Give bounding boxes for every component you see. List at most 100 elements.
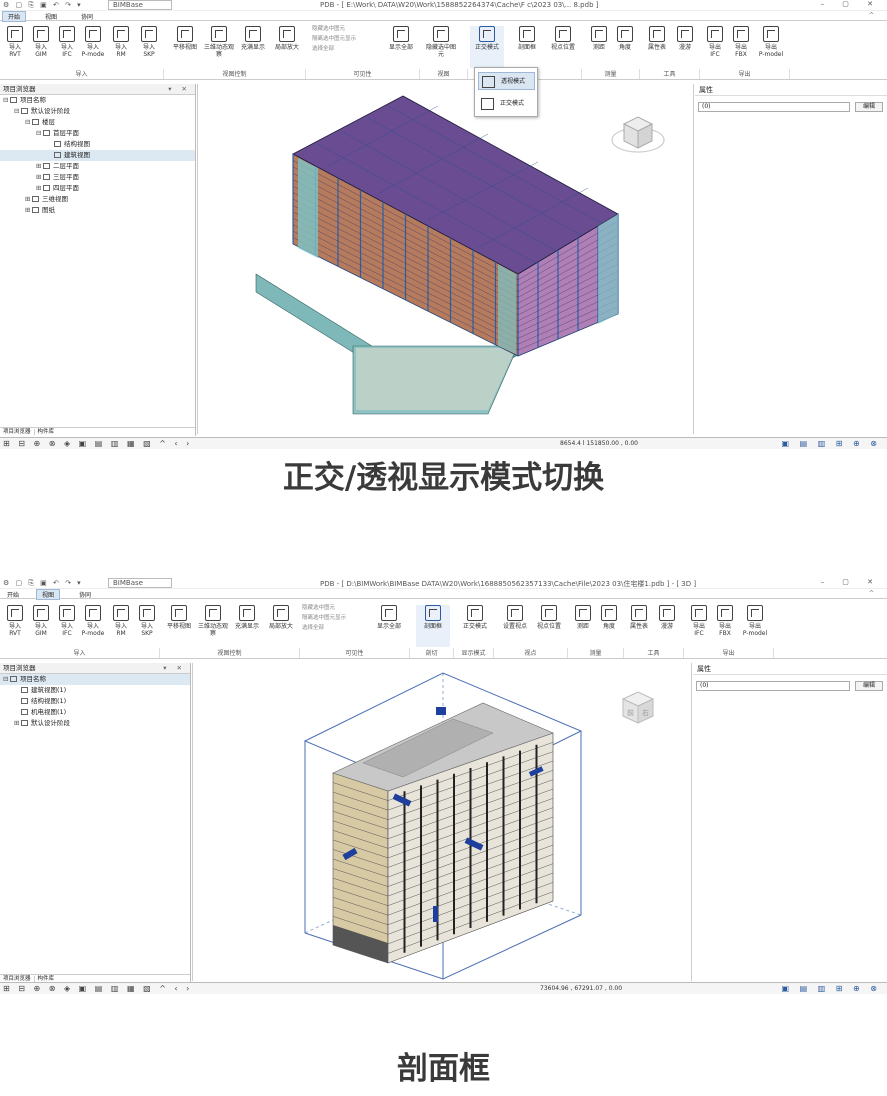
quick-access-toolbar[interactable]: ⚙ ▢ ⎘ ▣ ↶ ↷ ▾ [3,1,83,10]
walkthrough-button[interactable]: 漫游 [654,605,680,647]
import-pmode-button[interactable]: 导入 P-mode [80,605,106,647]
tree-item[interactable]: ⊞ 三层平面 [0,172,195,183]
tree-item[interactable]: ⊞ 三维视图 [0,194,195,205]
expand-icon[interactable]: ⊞ [36,172,43,183]
ortho-mode-option[interactable]: 正交模式 [478,95,535,113]
3d-viewport[interactable]: 前 右 [192,663,692,981]
tree-item[interactable]: ⊟ 楼层 [0,117,195,128]
export-pmodel-button[interactable]: 导出 P-model [738,605,772,647]
import-skp-button[interactable]: 导入 SKP [136,26,162,68]
quick-access-toolbar[interactable]: ⚙ ▢ ⎘ ▣ ↶ ↷ ▾ [3,579,83,588]
zoom-extents-button[interactable]: 充满显示 [236,26,270,68]
measure-angle-button[interactable]: 角度 [596,605,622,647]
menu-tab-view[interactable]: 视图 [36,589,61,600]
tree-item[interactable]: ⊟ 首层平面 [0,128,195,139]
import-rm-button[interactable]: 导入 RM [108,26,134,68]
export-fbx-button[interactable]: 导出 FBX [728,26,754,68]
status-tool-icons[interactable]: ⊞ ⊟ ⊕ ⊗ ◈ ▣ ▤ ▥ ▦ ▧ ^ ‹ › [3,439,192,448]
walkthrough-button[interactable]: 漫游 [672,26,698,68]
tree-item[interactable]: ⊟ 默认设计阶段 [0,106,195,117]
show-all-button[interactable]: 显示全部 [384,26,418,68]
import-rvt-button[interactable]: 导入 RVT [2,26,28,68]
expand-icon[interactable]: ⊞ [36,161,43,172]
hide-selected-link[interactable]: 隐藏选中图元 [312,26,345,33]
tree-item[interactable]: 结构视图(1) [0,696,190,707]
import-pmode-button[interactable]: 导入 P-mode [80,26,106,68]
expand-icon[interactable]: ⊞ [25,194,32,205]
3d-viewport[interactable] [197,84,694,434]
import-gim-button[interactable]: 导入 GIM [28,26,54,68]
property-table-button[interactable]: 属性表 [626,605,652,647]
pan-view-button[interactable]: 平移视图 [168,26,202,68]
collapse-icon[interactable]: ⊟ [36,128,43,139]
import-ifc-button[interactable]: 导入 IFC [54,605,80,647]
menu-tab-view[interactable]: 视图 [40,12,62,21]
export-ifc-button[interactable]: 导出 IFC [686,605,712,647]
app-selector[interactable]: BIMBase [108,578,172,588]
collapse-icon[interactable]: ⊟ [3,674,10,685]
import-rm-button[interactable]: 导入 RM [108,605,134,647]
window-controls[interactable]: – ▢ ✕ [821,578,881,586]
viewpoint-position-button[interactable]: 视点位置 [532,605,566,647]
expand-icon[interactable]: ⊞ [14,718,21,729]
measure-distance-button[interactable]: 测距 [586,26,612,68]
set-viewpoint-button[interactable]: 设置视点 [498,605,532,647]
isolate-selected-link[interactable]: 隔离选中图元显示 [302,615,346,622]
zoom-window-button[interactable]: 局部放大 [264,605,298,647]
tree-item[interactable]: 机电视图(1) [0,707,190,718]
section-box-button[interactable]: 剖面框 [510,26,544,68]
properties-type-select[interactable]: (0) [698,102,850,112]
expand-icon[interactable]: ⊞ [25,205,32,216]
select-all-link[interactable]: 选择全部 [302,625,324,632]
menu-tab-collab[interactable]: 协同 [74,590,96,599]
ribbon-minimize-icon[interactable]: ^ [864,590,879,597]
tree-item[interactable]: ⊞ 四层平面 [0,183,195,194]
measure-distance-button[interactable]: 测距 [570,605,596,647]
view-cube-front-label[interactable]: 前 [627,708,634,717]
viewpoint-button[interactable]: 视点位置 [546,26,580,68]
edit-type-button[interactable]: 编辑 [855,681,883,691]
tree-item[interactable]: ⊟ 项目名称 [0,95,195,106]
collapse-icon[interactable]: ⊟ [14,106,21,117]
show-all-button[interactable]: 显示全部 [372,605,406,647]
tree-item[interactable]: 建筑视图(1) [0,685,190,696]
export-pmodel-button[interactable]: 导出 P-model [754,26,788,68]
tab-component-library[interactable]: 构件库 [35,429,58,435]
ribbon-minimize-icon[interactable]: ^ [864,12,879,19]
edit-type-button[interactable]: 编辑 [855,102,883,112]
app-selector[interactable]: BIMBase [108,0,172,10]
import-ifc-button[interactable]: 导入 IFC [54,26,80,68]
pane-pin-close-icon[interactable]: ▾ ✕ [168,84,191,95]
hide-selected-link[interactable]: 隐藏选中图元 [302,605,335,612]
property-table-button[interactable]: 属性表 [644,26,670,68]
select-all-link[interactable]: 选择全部 [312,46,334,53]
zoom-window-button[interactable]: 局部放大 [270,26,304,68]
export-fbx-button[interactable]: 导出 FBX [712,605,738,647]
menu-tab-start[interactable]: 开始 [2,11,27,22]
properties-type-select[interactable]: (0) [696,681,850,691]
tab-project-browser[interactable]: 项目浏览器 [0,429,35,435]
collapse-icon[interactable]: ⊟ [25,117,32,128]
section-box-button[interactable]: 剖面框 [416,605,450,647]
hide-elements-button[interactable]: 隐藏选中图元 [424,26,458,68]
tree-item[interactable]: 建筑视图 [0,150,195,161]
orbit-button[interactable]: 三维动态观察 [196,605,230,647]
export-ifc-button[interactable]: 导出 IFC [702,26,728,68]
view-cube[interactable] [610,104,666,164]
window-controls[interactable]: – ▢ ✕ [821,0,881,8]
view-style-icons[interactable]: ▣ ▤ ▥ ⊞ ⊕ ⊗ [782,439,882,448]
tree-item[interactable]: ⊞ 二层平面 [0,161,195,172]
zoom-extents-button[interactable]: 充满显示 [230,605,264,647]
import-skp-button[interactable]: 导入 SKP [134,605,160,647]
menu-tab-start[interactable]: 开始 [2,590,24,599]
status-tool-icons[interactable]: ⊞ ⊟ ⊕ ⊗ ◈ ▣ ▤ ▥ ▦ ▧ ^ ‹ › [3,984,192,993]
import-rvt-button[interactable]: 导入 RVT [2,605,28,647]
view-cube[interactable]: 前 右 [613,683,663,737]
tree-item[interactable]: ⊟ 项目名称 [0,674,190,685]
ortho-mode-button[interactable]: 正交模式 [458,605,492,647]
tree-item[interactable]: 结构视图 [0,139,195,150]
view-cube-right-label[interactable]: 右 [642,708,649,717]
view-style-icons[interactable]: ▣ ▤ ▥ ⊞ ⊕ ⊗ [782,984,882,993]
ortho-mode-button[interactable]: 正交模式 [470,26,504,68]
tree-item[interactable]: ⊞ 默认设计阶段 [0,718,190,729]
